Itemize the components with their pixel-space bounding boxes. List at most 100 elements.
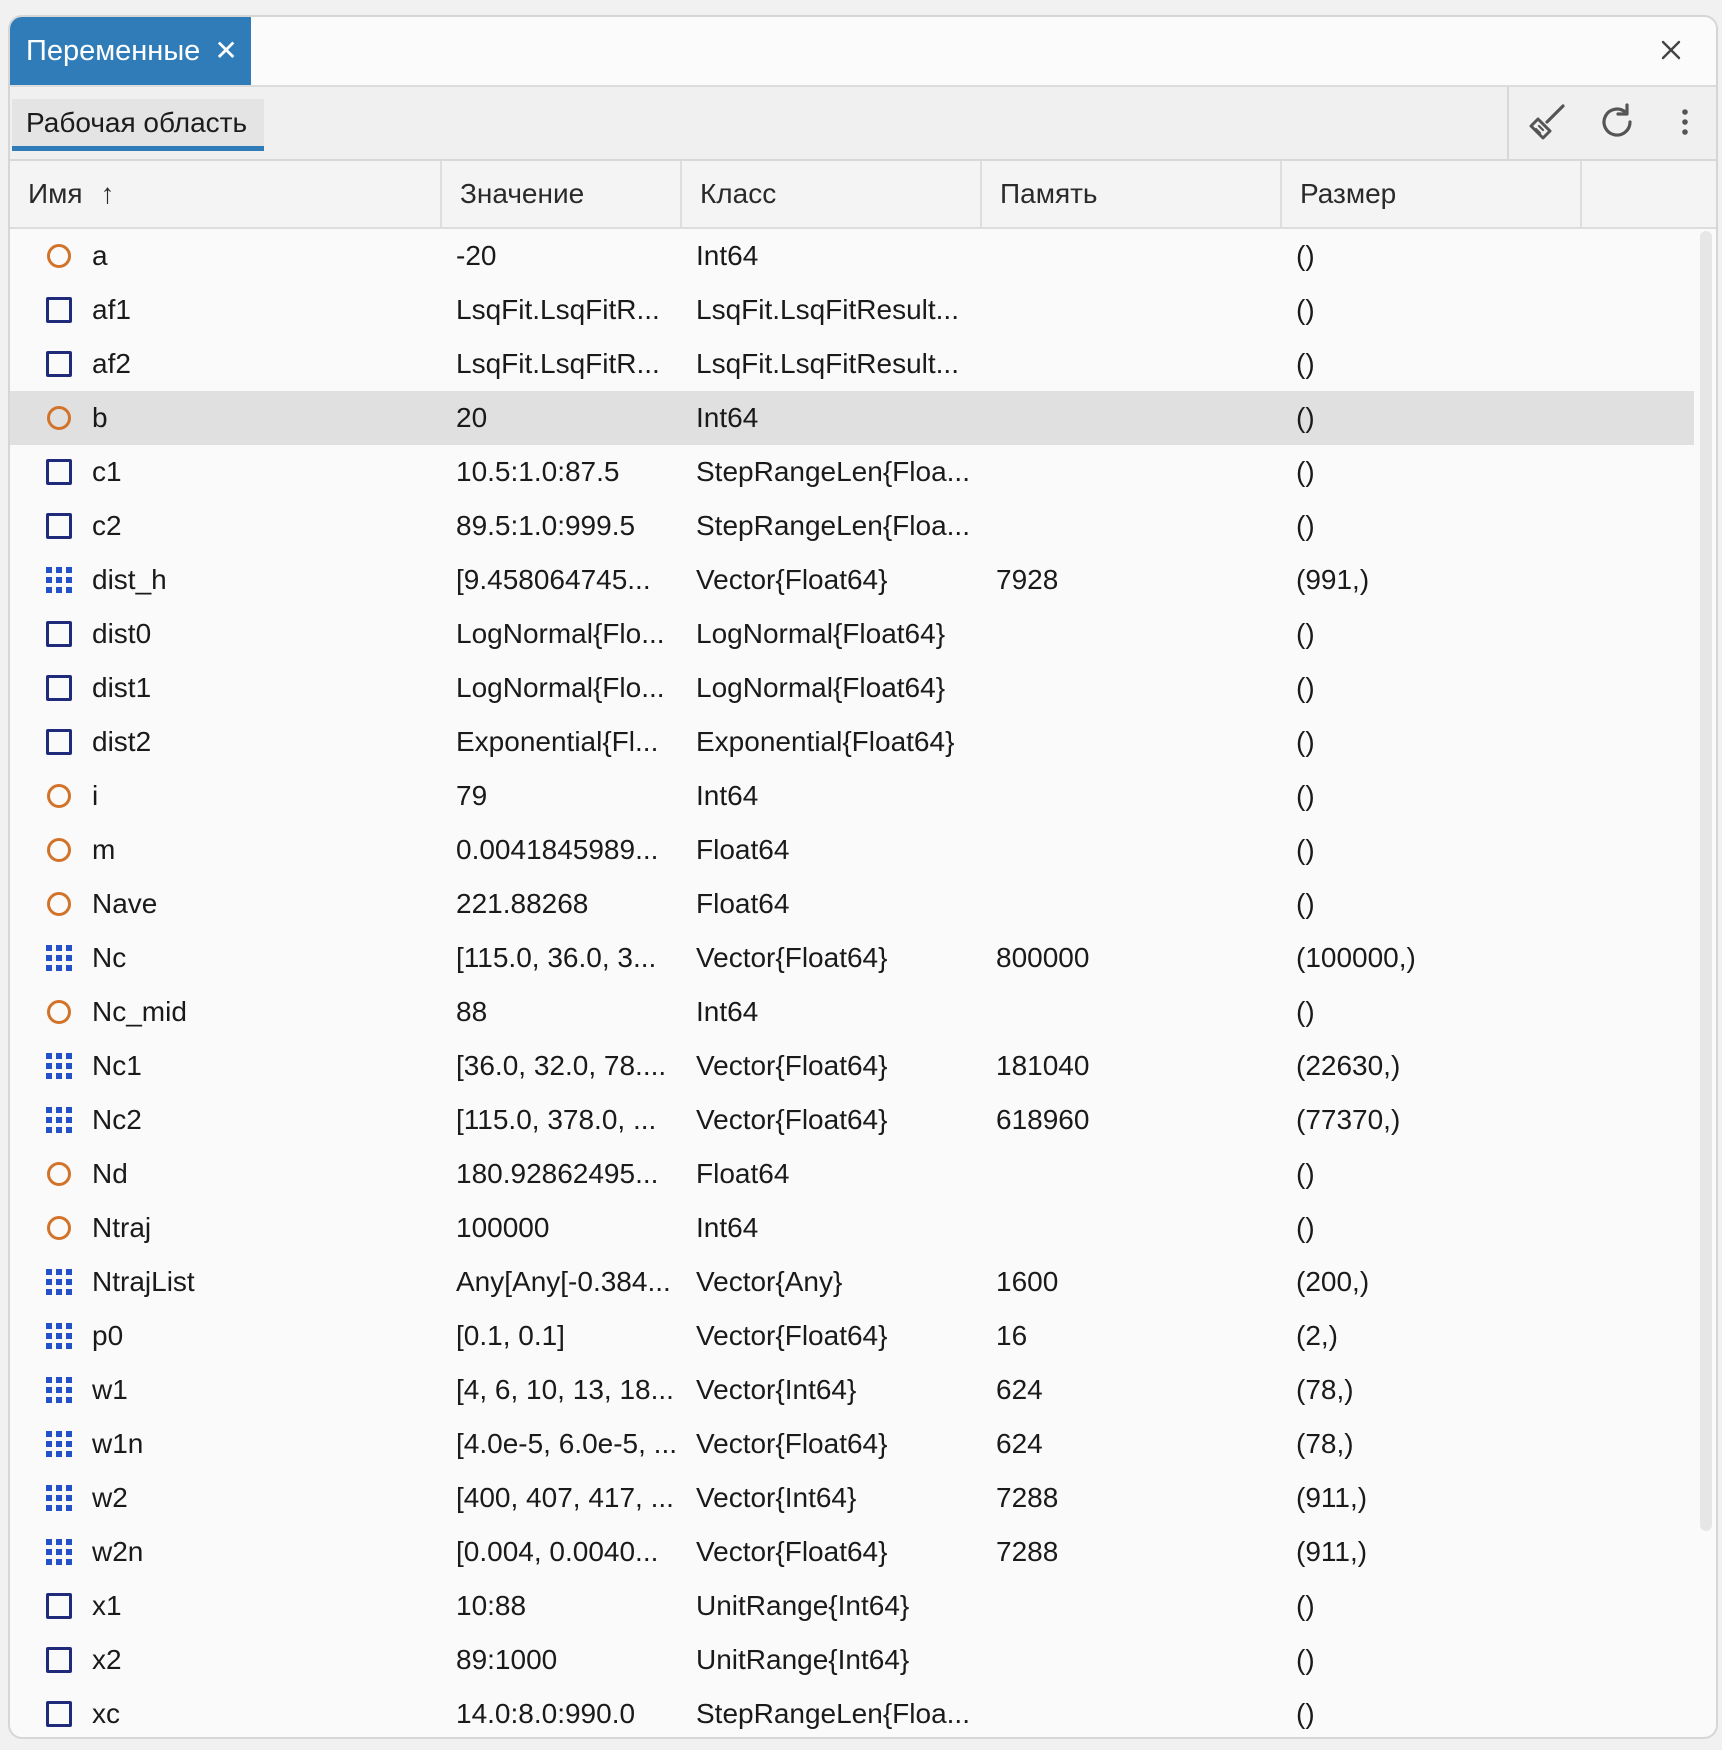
vertical-scrollbar[interactable] <box>1700 231 1712 1531</box>
variable-name: Ntraj <box>92 1212 152 1243</box>
table-row[interactable]: dist2 Exponential{Fl... Exponential{Float6… <box>10 715 1694 769</box>
tab-close-icon[interactable]: ✕ <box>214 37 237 65</box>
table-row[interactable]: af1 LsqFit.LsqFitR... LsqFit.LsqFitResult.… <box>10 283 1694 337</box>
array-icon <box>42 1039 76 1093</box>
variable-size: () <box>1296 402 1315 433</box>
more-options-button[interactable] <box>1662 101 1708 147</box>
clear-workspace-button[interactable] <box>1524 101 1570 147</box>
table-row[interactable]: w1 [4, 6, 10, 13, 18... Vector{Int64} 624 (7… <box>10 1363 1694 1417</box>
table-row[interactable]: i 79 Int64 () <box>10 769 1694 823</box>
array-icon <box>42 931 76 985</box>
table-row[interactable]: Nave 221.88268 Float64 () <box>10 877 1694 931</box>
column-header-class[interactable]: Класс <box>682 161 982 227</box>
variable-memory <box>996 823 1266 877</box>
variable-size: () <box>1296 456 1315 487</box>
array-icon <box>42 1093 76 1147</box>
variable-value: LogNormal{Flo... <box>456 618 665 649</box>
array-icon <box>42 1309 76 1363</box>
table-row[interactable]: af2 LsqFit.LsqFitR... LsqFit.LsqFitResult.… <box>10 337 1694 391</box>
variable-name: m <box>92 834 116 865</box>
table-row[interactable]: p0 [0.1, 0.1] Vector{Float64} 16 (2,) <box>10 1309 1694 1363</box>
table-row[interactable]: a -20 Int64 () <box>10 229 1694 283</box>
table-row[interactable]: w2n [0.004, 0.0040... Vector{Float64} 7288 (… <box>10 1525 1694 1579</box>
refresh-button[interactable] <box>1594 101 1640 147</box>
variable-memory <box>996 877 1266 931</box>
variable-class: UnitRange{Int64} <box>696 1590 910 1621</box>
variable-value: 221.88268 <box>456 888 589 919</box>
table-row[interactable]: NtrajList Any[Any[-0.384... Vector{Any} 160… <box>10 1255 1694 1309</box>
variable-name: Nc <box>92 942 127 973</box>
variable-size: () <box>1296 348 1315 379</box>
table-row[interactable]: Nd 180.92862495... Float64 () <box>10 1147 1694 1201</box>
table-row[interactable]: xc 14.0:8.0:990.0 StepRangeLen{Floa... () <box>10 1687 1694 1737</box>
object-icon <box>42 1633 76 1687</box>
table-row[interactable]: Nc_mid 88 Int64 () <box>10 985 1694 1039</box>
column-header-name-label: Имя <box>28 178 83 209</box>
variable-memory <box>996 337 1266 391</box>
object-icon <box>42 607 76 661</box>
scalar-icon <box>42 1201 76 1255</box>
column-header-memory-label: Память <box>1000 178 1098 209</box>
table-row[interactable]: x1 10:88 UnitRange{Int64} () <box>10 1579 1694 1633</box>
column-header-size[interactable]: Размер <box>1282 161 1582 227</box>
variable-size: (911,) <box>1296 1482 1368 1513</box>
variable-class: Float64 <box>696 888 790 919</box>
variable-size: () <box>1296 240 1315 271</box>
tab-bar: Переменные ✕ <box>10 17 1716 87</box>
scalar-icon <box>42 391 76 445</box>
column-header-size-label: Размер <box>1300 178 1397 209</box>
scalar-icon <box>42 877 76 931</box>
more-vertical-icon <box>1680 107 1690 142</box>
refresh-icon <box>1597 102 1637 147</box>
array-icon <box>42 1471 76 1525</box>
column-header-memory[interactable]: Память <box>982 161 1282 227</box>
variable-memory <box>996 715 1266 769</box>
table-row[interactable]: x2 89:1000 UnitRange{Int64} () <box>10 1633 1694 1687</box>
column-header-value[interactable]: Значение <box>442 161 682 227</box>
object-icon <box>42 445 76 499</box>
variable-name: Nd <box>92 1158 128 1189</box>
variable-memory: 181040 <box>996 1050 1090 1081</box>
variable-memory: 624 <box>996 1374 1043 1405</box>
panel-close-icon[interactable] <box>1654 33 1688 67</box>
table-row[interactable]: c2 89.5:1.0:999.5 StepRangeLen{Floa... () <box>10 499 1694 553</box>
variable-value: 10:88 <box>456 1590 527 1621</box>
table-row[interactable]: Nc1 [36.0, 32.0, 78.... Vector{Float64} 181… <box>10 1039 1694 1093</box>
table-row[interactable]: dist1 LogNormal{Flo... LogNormal{Float64} (… <box>10 661 1694 715</box>
table-row[interactable]: dist_h [9.458064745... Vector{Float64} 7928… <box>10 553 1694 607</box>
variable-size: (100000,) <box>1296 942 1416 973</box>
table-row[interactable]: m 0.0041845989... Float64 () <box>10 823 1694 877</box>
variable-size: (200,) <box>1296 1266 1370 1297</box>
tab-variables[interactable]: Переменные ✕ <box>10 17 251 85</box>
table-row[interactable]: w2 [400, 407, 417, ... Vector{Int64} 7288 (9… <box>10 1471 1694 1525</box>
variable-class: Int64 <box>696 996 759 1027</box>
table-row[interactable]: dist0 LogNormal{Flo... LogNormal{Float64} (… <box>10 607 1694 661</box>
variable-memory: 7288 <box>996 1482 1059 1513</box>
table-row[interactable]: Ntraj 100000 Int64 () <box>10 1201 1694 1255</box>
variable-name: Nc1 <box>92 1050 142 1081</box>
table-row[interactable]: c1 10.5:1.0:87.5 StepRangeLen{Floa... () <box>10 445 1694 499</box>
table-row[interactable]: Nc [115.0, 36.0, 3... Vector{Float64} 80000… <box>10 931 1694 985</box>
variable-name: w2 <box>92 1482 128 1513</box>
variable-class: StepRangeLen{Floa... <box>696 456 970 487</box>
variable-value: 79 <box>456 780 488 811</box>
scalar-icon <box>42 823 76 877</box>
variable-size: (911,) <box>1296 1536 1368 1567</box>
table-row[interactable]: w1n [4.0e-5, 6.0e-5, ... Vector{Float64} 62… <box>10 1417 1694 1471</box>
variable-value: [400, 407, 417, ... <box>456 1482 674 1513</box>
variable-value: [36.0, 32.0, 78.... <box>456 1050 667 1081</box>
variable-class: Int64 <box>696 240 759 271</box>
table-row[interactable]: b 20 Int64 () <box>10 391 1694 445</box>
variable-class: Vector{Float64} <box>696 1320 888 1351</box>
variable-memory <box>996 1201 1266 1255</box>
table-row[interactable]: Nc2 [115.0, 378.0, ... Vector{Float64} 6189… <box>10 1093 1694 1147</box>
tab-workspace[interactable]: Рабочая область <box>12 99 264 151</box>
variable-memory <box>996 283 1266 337</box>
variable-class: Vector{Float64} <box>696 1050 888 1081</box>
variable-value: LsqFit.LsqFitR... <box>456 348 660 379</box>
column-header-name[interactable]: Имя ↑ <box>10 161 442 227</box>
variable-memory: 16 <box>996 1320 1028 1351</box>
variable-size: () <box>1296 888 1315 919</box>
variable-size: () <box>1296 1590 1315 1621</box>
variable-class: Vector{Float64} <box>696 942 888 973</box>
